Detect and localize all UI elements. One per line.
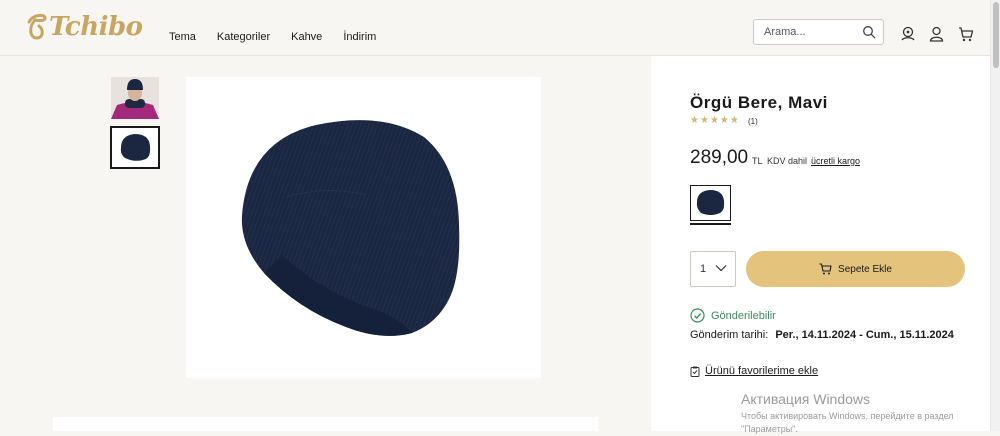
- star-icon: ★: [719, 115, 729, 126]
- product-title: Örgü Bere, Mavi: [690, 93, 828, 112]
- nav-item-kahve[interactable]: Kahve: [291, 31, 322, 43]
- hat-swatch-image: [696, 190, 725, 215]
- tchibo-logo[interactable]: Tchibo: [25, 10, 143, 44]
- add-to-favorites[interactable]: Ürünü favorilerime ekle: [690, 365, 818, 377]
- store-location-icon[interactable]: [900, 26, 916, 42]
- main-nav: Tema Kategoriler Kahve İndirim: [169, 31, 397, 43]
- add-to-favorites-label: Ürünü favorilerime ekle: [705, 365, 819, 377]
- star-icon: ★: [729, 115, 739, 126]
- scrollbar-thumb[interactable]: [993, 2, 999, 68]
- site-header: Tchibo Tema Kategoriler Kahve İndirim Ar…: [0, 0, 990, 56]
- main-product-image[interactable]: [186, 77, 541, 378]
- rating-count[interactable]: (1): [748, 117, 758, 126]
- nav-item-kategoriler[interactable]: Kategoriler: [217, 31, 270, 43]
- search-placeholder: Arama...: [764, 26, 806, 38]
- shipping-status-label: Gönderilebilir: [711, 309, 776, 322]
- star-icon: ★: [709, 115, 719, 126]
- search-input[interactable]: Arama...: [753, 19, 884, 45]
- quantity-select[interactable]: 1: [690, 251, 736, 287]
- shopping-cart-icon[interactable]: [958, 26, 974, 42]
- model-photo-image: [111, 77, 159, 119]
- nav-item-indirim[interactable]: İndirim: [343, 31, 376, 43]
- chevron-down-icon: [715, 265, 727, 272]
- quantity-value: 1: [700, 263, 707, 275]
- star-icon: ★: [699, 115, 709, 126]
- activation-subtitle: Чтобы активировать Windows, перейдите в …: [741, 411, 954, 434]
- page-scrollbar[interactable]: [990, 0, 1000, 431]
- add-to-cart-label: Sepete Ekle: [838, 263, 892, 275]
- color-swatch-navy[interactable]: [690, 185, 731, 221]
- shipping-date-value: Per., 14.11.2024 - Cum., 15.11.2024: [775, 329, 954, 341]
- nav-item-tema[interactable]: Tema: [169, 31, 196, 43]
- add-to-cart-button[interactable]: Sepete Ekle: [746, 251, 965, 287]
- check-circle-icon: [690, 308, 705, 323]
- favorites-list-icon: [690, 366, 700, 377]
- search-icon[interactable]: [862, 25, 876, 39]
- gallery-thumbnail-model[interactable]: [111, 77, 159, 119]
- hat-thumbnail-image: [120, 134, 151, 161]
- gallery-thumbnail-hat[interactable]: [110, 126, 160, 169]
- logo-text: Tchibo: [49, 12, 143, 42]
- price: 289,00: [690, 147, 749, 168]
- activation-title: Активация Windows: [741, 391, 871, 407]
- cart-plus-icon: [819, 263, 832, 275]
- shipping-status: Gönderilebilir: [690, 308, 776, 323]
- windows-activation-watermark: Активация Windows Чтобы активировать Win…: [741, 391, 981, 436]
- shipping-date-label: Gönderim tarihi:: [690, 329, 769, 341]
- coffee-bean-logo-icon: [27, 13, 47, 40]
- knit-beanie-image: [241, 120, 460, 336]
- user-account-icon[interactable]: [929, 26, 944, 42]
- info-card: [53, 417, 598, 431]
- shipping-cost-link[interactable]: ücretli kargo: [811, 156, 860, 166]
- rating-stars[interactable]: ★ ★ ★ ★ ★: [690, 116, 739, 126]
- currency: TL: [752, 156, 763, 166]
- shipping-date: Gönderim tarihi: Per., 14.11.2024 - Cum.…: [690, 329, 954, 341]
- vat-note: KDV dahil: [767, 156, 808, 166]
- star-icon: ★: [690, 115, 699, 126]
- selected-swatch-indicator: [690, 223, 731, 225]
